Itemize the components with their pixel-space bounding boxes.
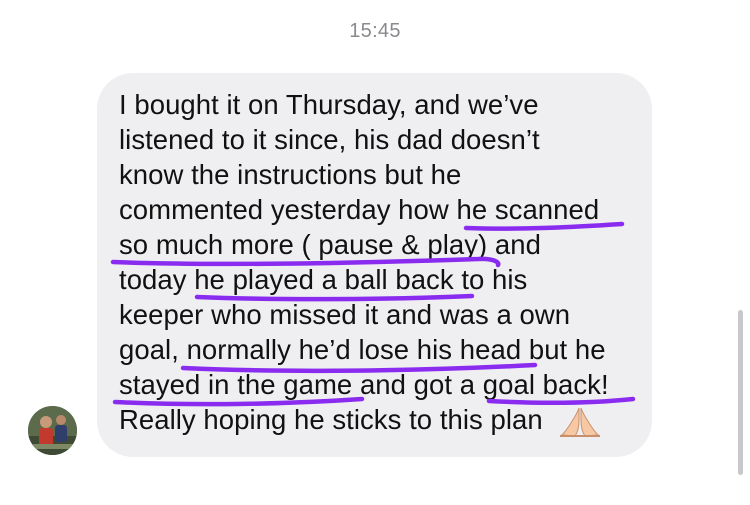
folded-hands-icon xyxy=(560,407,600,437)
message-line-6: today he played a ball back to his xyxy=(119,264,528,295)
message-line-3: know the instructions but he xyxy=(119,159,462,190)
avatar-photo-icon xyxy=(28,406,77,455)
avatar[interactable] xyxy=(28,406,77,455)
chat-screen: 15:45 I bought it on Thursday, and we’ve… xyxy=(0,0,750,505)
message-line-1: I bought it on Thursday, and we’ve xyxy=(119,89,539,120)
message-timestamp: 15:45 xyxy=(349,20,401,42)
message-line-7: keeper who missed it and was a own xyxy=(119,299,571,330)
message-line-10: Really hoping he sticks to this plan xyxy=(119,404,543,435)
message-line-5: so much more ( pause & play) and xyxy=(119,229,541,260)
message-line-8: goal, normally he’d lose his head but he xyxy=(119,334,606,365)
message-line-9: stayed in the game and got a goal back! xyxy=(119,369,609,400)
scrollbar[interactable] xyxy=(738,310,743,475)
message-line-4: commented yesterday how he scanned xyxy=(119,194,600,225)
message-line-2: listened to it since, his dad doesn’t xyxy=(119,124,540,155)
